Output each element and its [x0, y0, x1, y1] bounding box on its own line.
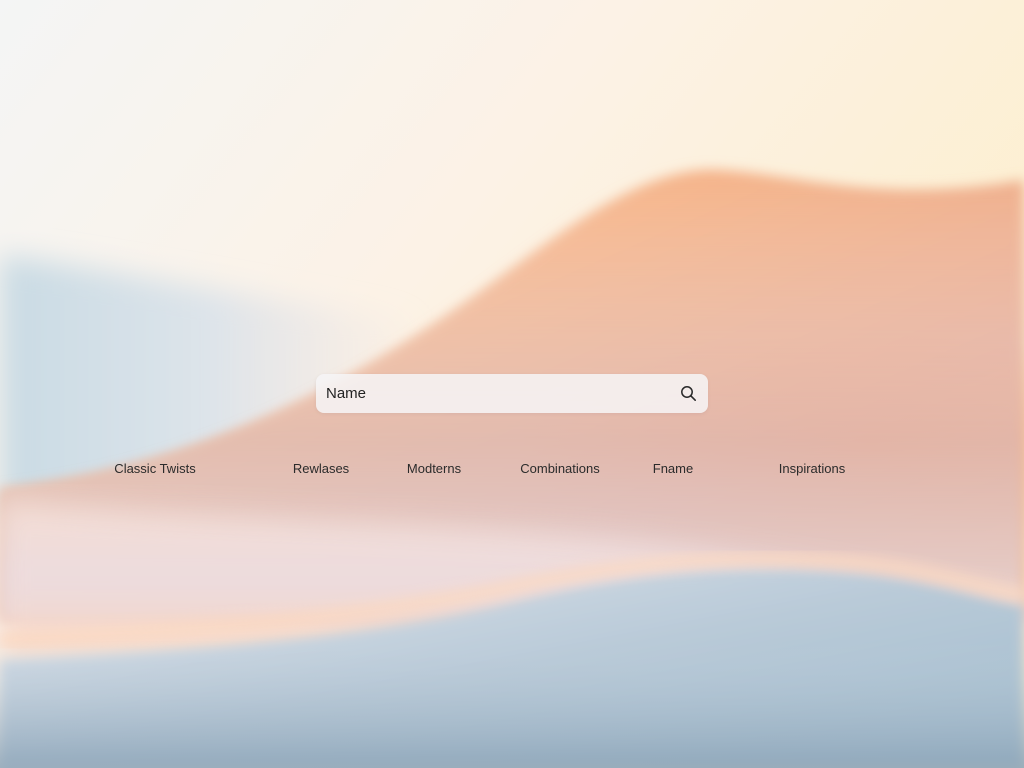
nav-item-inspirations[interactable]: Inspirations: [779, 460, 845, 478]
search-bar: [316, 374, 708, 413]
search-input[interactable]: [316, 374, 668, 413]
nav-item-fname[interactable]: Fname: [653, 460, 693, 478]
category-nav: Classic Twists Rewlases Modterns Combina…: [0, 460, 1024, 480]
search-button[interactable]: [668, 374, 708, 413]
nav-item-classic-twists[interactable]: Classic Twists: [114, 460, 195, 478]
nav-item-combinations[interactable]: Combinations: [520, 460, 600, 478]
nav-item-rewlases[interactable]: Rewlases: [293, 460, 349, 478]
search-icon: [680, 386, 696, 401]
nav-item-modterns[interactable]: Modterns: [407, 460, 461, 478]
